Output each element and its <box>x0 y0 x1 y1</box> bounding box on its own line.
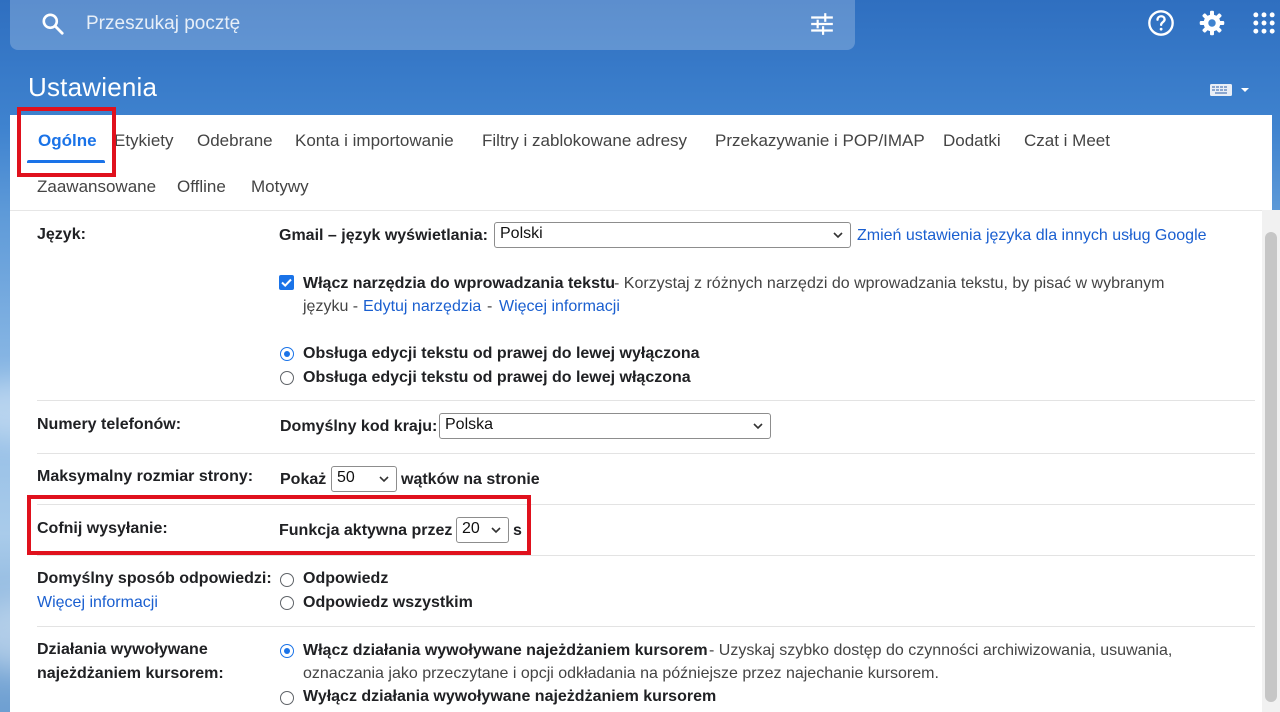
edit-tools-link[interactable]: Edytuj narzędzia <box>363 298 481 316</box>
display-language-value: Polski <box>500 225 543 242</box>
row-divider <box>37 453 1255 454</box>
settings-panel: Ogólne Etykiety Odebrane Konta i importo… <box>10 115 1272 712</box>
input-tools-checkbox[interactable] <box>279 275 294 290</box>
tune-icon[interactable] <box>809 11 835 37</box>
gear-icon[interactable] <box>1198 9 1226 37</box>
more-info-link[interactable]: Więcej informacji <box>499 298 620 316</box>
page-size-value: 50 <box>337 469 355 486</box>
language-label: Język: <box>37 226 86 243</box>
chevron-down-icon <box>379 476 389 483</box>
tab-zaawansowane[interactable]: Zaawansowane <box>37 177 156 197</box>
chevron-down-icon <box>753 423 763 430</box>
page-size-show-label: Pokaż <box>280 471 327 488</box>
apps-icon[interactable] <box>1250 9 1278 37</box>
rtl-on-radio[interactable] <box>280 371 294 385</box>
highlight-general-tab <box>17 107 116 177</box>
chevron-down-icon <box>833 232 843 239</box>
help-icon[interactable] <box>1147 9 1175 37</box>
reply-option-label: Odpowiedz <box>303 570 389 587</box>
tab-filtry[interactable]: Filtry i zablokowane adresy <box>482 131 687 151</box>
change-language-link[interactable]: Zmień ustawienia języka dla innych usług… <box>857 227 1207 245</box>
display-language-select[interactable]: Polski <box>494 222 851 248</box>
page-title: Ustawienia <box>28 72 158 102</box>
tab-etykiety[interactable]: Etykiety <box>114 131 174 151</box>
country-code-label: Domyślny kod kraju: <box>280 418 438 435</box>
highlight-undo-send <box>27 495 531 555</box>
hover-label-line1: Działania wywoływane <box>37 641 208 658</box>
hover-enable-desc: - Uzyskaj szybko dostęp do czynności arc… <box>709 642 1173 659</box>
tabs-bar: Ogólne Etykiety Odebrane Konta i importo… <box>10 115 1272 210</box>
phone-label: Numery telefonów: <box>37 416 182 433</box>
hover-enable-radio[interactable] <box>280 644 294 658</box>
tabs-divider <box>10 210 1272 211</box>
country-code-select[interactable]: Polska <box>439 413 771 439</box>
reply-radio[interactable] <box>280 573 294 587</box>
rtl-off-radio[interactable] <box>280 347 294 361</box>
row-divider <box>37 626 1255 627</box>
input-tools-title: Włącz narzędzia do wprowadzania tekstu <box>303 275 616 292</box>
scrollbar-thumb[interactable] <box>1265 232 1277 702</box>
tab-offline[interactable]: Offline <box>177 177 226 197</box>
hover-disable-label: Wyłącz działania wywoływane najeżdżaniem… <box>303 688 717 705</box>
search-input[interactable]: Przeszukaj pocztę <box>86 13 240 35</box>
hover-disable-radio[interactable] <box>280 691 294 705</box>
input-tools-desc: - Korzystaj z różnych narzędzi do wprowa… <box>614 275 1165 292</box>
search-bar[interactable]: Przeszukaj pocztę <box>10 0 855 50</box>
row-divider <box>37 400 1255 401</box>
search-icon[interactable] <box>40 11 66 37</box>
reply-more-info-link[interactable]: Więcej informacji <box>37 594 158 612</box>
tab-konta[interactable]: Konta i importowanie <box>295 131 454 151</box>
tab-przekazywanie[interactable]: Przekazywanie i POP/IMAP <box>715 131 925 151</box>
row-divider <box>37 555 1255 556</box>
tab-odebrane[interactable]: Odebrane <box>197 131 273 151</box>
check-icon <box>281 278 292 288</box>
tab-dodatki[interactable]: Dodatki <box>943 131 1001 151</box>
display-language-label: Gmail – język wyświetlania: <box>279 227 488 244</box>
country-code-value: Polska <box>445 416 494 433</box>
rtl-off-label: Obsługa edycji tekstu od prawej do lewej… <box>303 345 700 362</box>
reply-all-option-label: Odpowiedz wszystkim <box>303 594 473 611</box>
reply-all-radio[interactable] <box>280 596 294 610</box>
tab-czat[interactable]: Czat i Meet <box>1024 131 1110 151</box>
input-tools-desc-2: języku - <box>303 298 359 315</box>
tab-motywy[interactable]: Motywy <box>251 177 309 197</box>
page-size-suffix: wątków na stronie <box>401 471 540 488</box>
hover-enable-label: Włącz działania wywoływane najeżdżaniem … <box>303 642 708 659</box>
link-separator: - <box>487 298 493 315</box>
keyboard-icon[interactable] <box>1210 82 1252 98</box>
hover-label-line2: najeżdżaniem kursorem: <box>37 665 224 682</box>
reply-label: Domyślny sposób odpowiedzi: <box>37 570 272 587</box>
rtl-on-label: Obsługa edycji tekstu od prawej do lewej… <box>303 369 691 386</box>
page-size-label: Maksymalny rozmiar strony: <box>37 468 254 485</box>
hover-enable-desc-2: oznaczania jako przeczytane i opcji odkł… <box>303 665 939 682</box>
page-size-select[interactable]: 50 <box>331 466 397 492</box>
